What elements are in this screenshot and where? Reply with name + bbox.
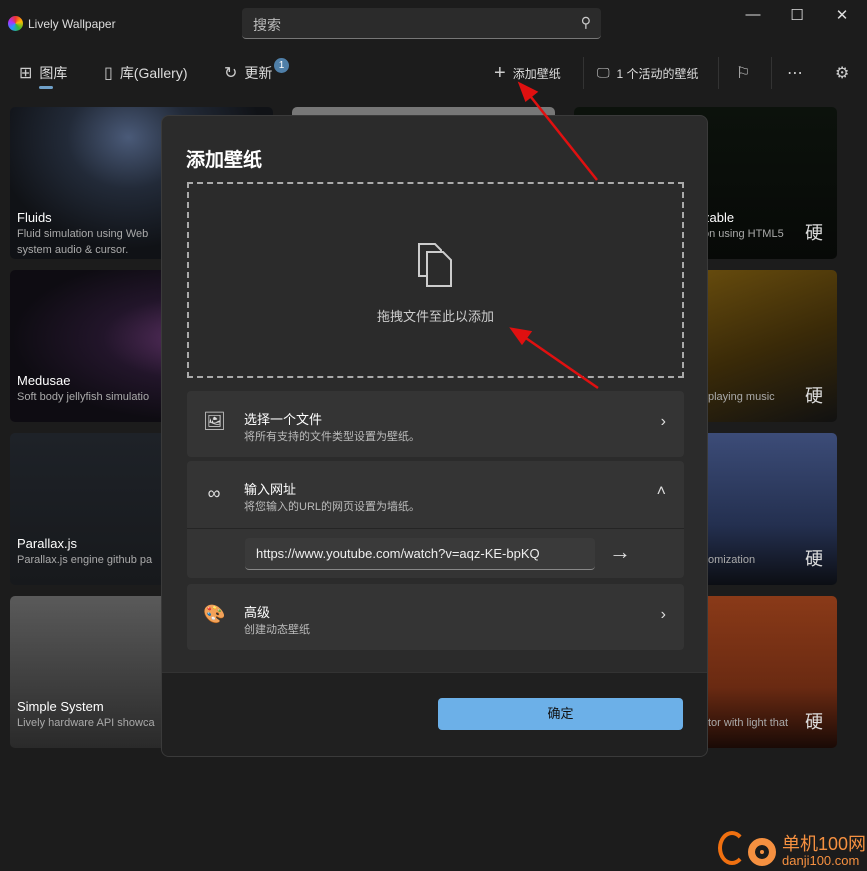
annotation-arrows (509, 81, 599, 390)
annotation-arrowhead (517, 81, 539, 103)
watermark-url: danji100.com (782, 853, 860, 868)
annotation-arrow (526, 91, 598, 181)
annotation-arrowhead (509, 327, 533, 346)
annotation-arrow (519, 332, 599, 390)
